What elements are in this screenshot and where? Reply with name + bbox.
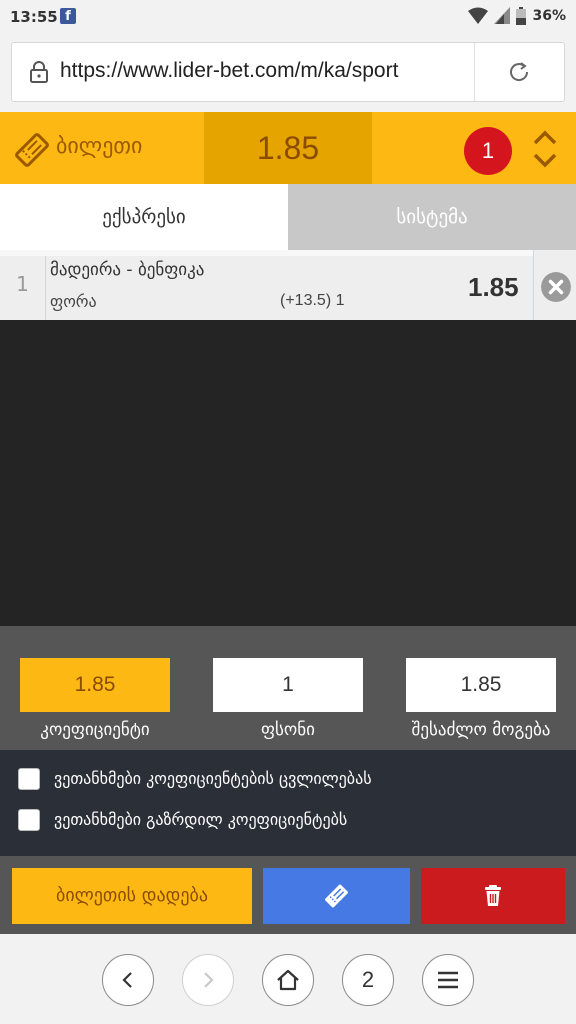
remove-bet-button[interactable]	[533, 250, 576, 326]
bet-odd: 1.85	[468, 272, 519, 302]
clear-ticket-button[interactable]	[421, 868, 565, 924]
accept-odds-change-label: ვეთანხმები კოეფიციენტების ცვლილებას	[54, 769, 372, 788]
ticket-header[interactable]: ბილეთი 1.85 1	[0, 112, 576, 184]
tab-system[interactable]: სისტემა	[288, 184, 576, 250]
action-bar: ბილეთის დადება	[0, 856, 576, 934]
signal-icon	[494, 7, 511, 24]
accept-increased-odds-option[interactable]: ვეთანხმები გაზრდილ კოეფიციენტებს	[18, 809, 558, 835]
home-button[interactable]	[262, 954, 314, 1006]
expand-collapse-icon[interactable]	[532, 130, 558, 168]
ticket-icon	[15, 133, 49, 167]
chevron-left-icon	[122, 972, 132, 988]
bet-match: მადეირა - ბენფიკა	[50, 260, 205, 280]
chevron-right-icon	[204, 972, 214, 988]
total-odds: 1.85	[204, 112, 372, 184]
ticket-icon	[325, 884, 348, 908]
bet-market: ფორა	[50, 292, 97, 311]
possible-win-value: 1.85	[406, 658, 556, 712]
menu-icon	[438, 971, 458, 989]
tabs-button[interactable]: 2	[342, 954, 394, 1006]
facebook-icon: f	[60, 8, 76, 24]
trash-icon	[485, 885, 501, 906]
lock-icon	[30, 61, 48, 83]
bet-row: 1 მადეირა - ბენფიკა ფორა (+13.5) 1 1.85	[0, 250, 576, 326]
empty-area	[0, 320, 576, 626]
ticket-button[interactable]	[263, 868, 410, 924]
battery-percent: 36%	[532, 8, 566, 24]
options-panel: ვეთანხმები კოეფიციენტების ცვლილებას ვეთა…	[0, 750, 576, 856]
accept-increased-odds-label: ვეთანხმები გაზრდილ კოეფიციენტებს	[54, 810, 348, 829]
status-bar: 13:55 f 36%	[0, 0, 576, 34]
accept-increased-odds-checkbox[interactable]	[18, 809, 40, 831]
bet-index: 1	[0, 256, 46, 320]
menu-button[interactable]	[422, 954, 474, 1006]
place-bet-button[interactable]: ბილეთის დადება	[12, 868, 252, 924]
odds-value: 1.85	[20, 658, 170, 712]
browser-toolbar: https://www.lider-bet.com/m/ka/sport	[0, 34, 576, 112]
battery-icon	[516, 7, 527, 25]
address-bar-divider	[474, 43, 475, 101]
accept-odds-change-option[interactable]: ვეთანხმები კოეფიციენტების ცვლილებას	[18, 768, 558, 794]
status-icons: 36%	[468, 7, 566, 25]
bet-outcome: (+13.5) 1	[280, 292, 345, 309]
tab-express[interactable]: ექსპრესი	[0, 184, 288, 250]
bet-type-tabs: ექსპრესი სისტემა	[0, 184, 576, 250]
possible-win-label: შესაძლო მოგება	[411, 720, 551, 740]
bet-count-badge: 1	[464, 127, 512, 175]
status-time: 13:55	[10, 8, 58, 26]
stake-panel: 1.85 1 1.85 კოეფიციენტი ფსონი შესაძლო მო…	[0, 626, 576, 750]
forward-button[interactable]	[182, 954, 234, 1006]
close-icon	[541, 272, 571, 302]
wifi-icon	[468, 7, 489, 24]
stake-input[interactable]: 1	[213, 658, 363, 712]
back-button[interactable]	[102, 954, 154, 1006]
address-bar[interactable]: https://www.lider-bet.com/m/ka/sport	[11, 42, 565, 102]
reload-icon[interactable]	[506, 59, 532, 85]
home-icon	[277, 969, 299, 991]
url-text[interactable]: https://www.lider-bet.com/m/ka/sport	[60, 59, 398, 83]
browser-bottom-nav: 2	[0, 934, 576, 1024]
odds-label: კოეფიციენტი	[40, 720, 150, 740]
accept-odds-change-checkbox[interactable]	[18, 768, 40, 790]
stake-label: ფსონი	[261, 720, 315, 740]
ticket-title: ბილეთი	[56, 134, 143, 159]
